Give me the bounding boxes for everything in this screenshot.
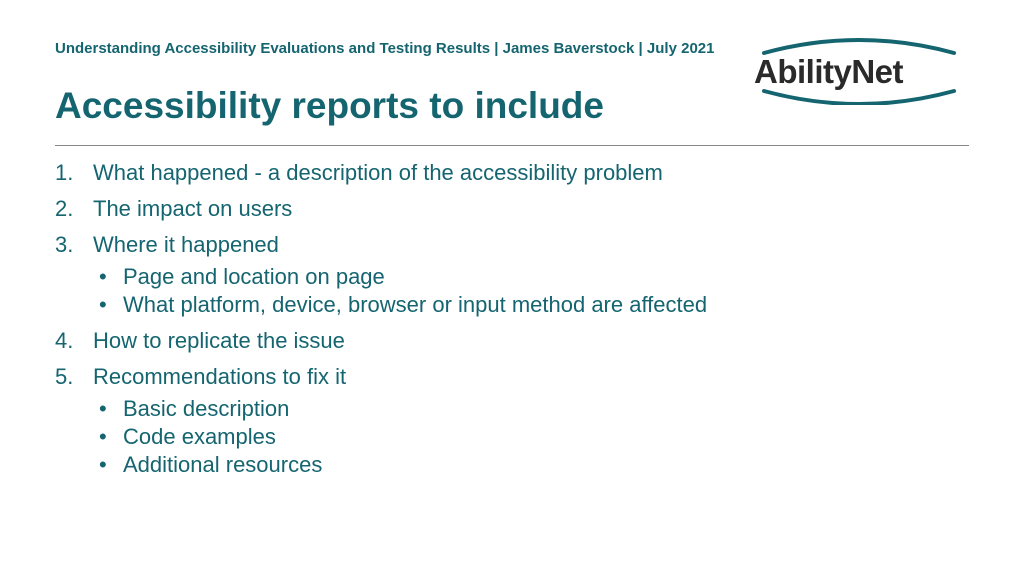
sub-list-item-text: Code examples [123,424,276,449]
list-item-text: Where it happened [93,232,279,257]
report-items-list: What happened - a description of the acc… [55,160,969,478]
list-item-text: The impact on users [93,196,292,221]
list-item: Recommendations to fix it Basic descript… [55,364,969,478]
list-item-text: Recommendations to fix it [93,364,346,389]
sub-list-item: Code examples [93,424,969,450]
sub-list-item-text: Basic description [123,396,289,421]
list-item: What happened - a description of the acc… [55,160,969,186]
sub-list: Page and location on page What platform,… [93,264,969,318]
sub-list-item: What platform, device, browser or input … [93,292,969,318]
logo-arc-bottom-icon [754,35,964,105]
sub-list-item: Additional resources [93,452,969,478]
slide-header: Understanding Accessibility Evaluations … [0,0,1024,127]
list-item: The impact on users [55,196,969,222]
abilitynet-logo: AbilityNet [754,35,964,105]
sub-list-item: Page and location on page [93,264,969,290]
sub-list: Basic description Code examples Addition… [93,396,969,478]
sub-list-item-text: Page and location on page [123,264,385,289]
list-item: How to replicate the issue [55,328,969,354]
sub-list-item-text: Additional resources [123,452,322,477]
sub-list-item: Basic description [93,396,969,422]
slide-content: What happened - a description of the acc… [0,146,1024,478]
list-item: Where it happened Page and location on p… [55,232,969,318]
sub-list-item-text: What platform, device, browser or input … [123,292,707,317]
list-item-text: How to replicate the issue [93,328,345,353]
list-item-text: What happened - a description of the acc… [93,160,663,185]
